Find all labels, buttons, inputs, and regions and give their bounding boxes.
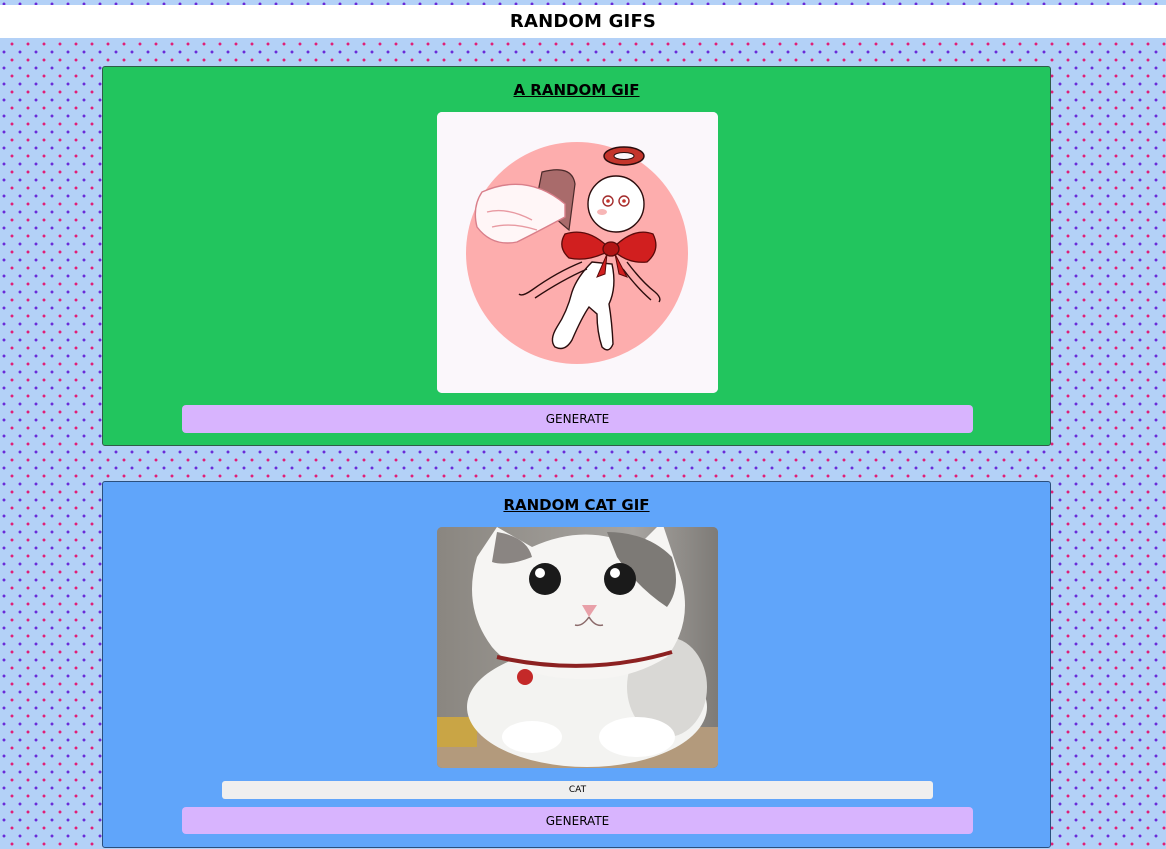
- angel-illustration: [437, 112, 718, 393]
- cat-gif-card: RANDOM CAT GIF CAT GENERATE: [102, 481, 1051, 848]
- page-title: RANDOM GIFS: [509, 11, 657, 32]
- random-gif-card: A RANDOM GIF GENERATE: [102, 66, 1051, 446]
- cat-photo: [437, 527, 718, 768]
- cat-gif-generate-button[interactable]: GENERATE: [182, 807, 973, 834]
- cat-gif-title: RANDOM CAT GIF: [503, 496, 650, 514]
- page-header: RANDOM GIFS: [0, 5, 1166, 38]
- cat-gif-image: [437, 527, 718, 768]
- random-gif-title: A RANDOM GIF: [513, 81, 640, 99]
- random-gif-image: [437, 112, 718, 393]
- cat-tag-input[interactable]: [222, 781, 933, 799]
- random-gif-generate-button[interactable]: GENERATE: [182, 405, 973, 433]
